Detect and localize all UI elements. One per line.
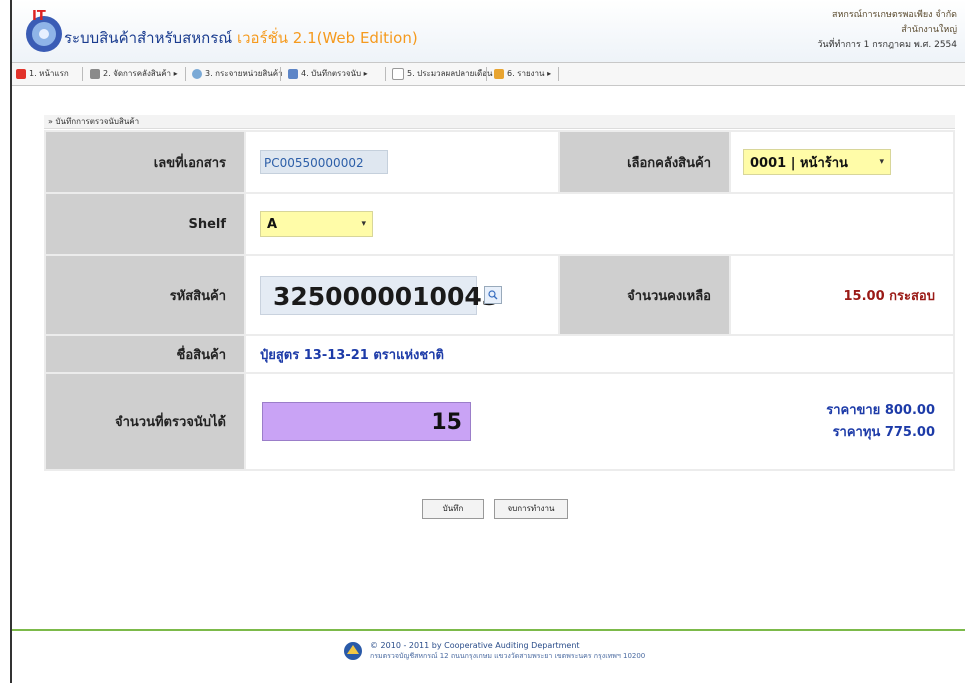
menu-item-stock-count[interactable]: 4. บันทึกตรวจนับ ▸ (288, 66, 368, 82)
menu-divider (82, 67, 83, 81)
shelf-cell: A ▾ (246, 194, 953, 254)
remaining-cell: 15.00 กระสอบ (731, 256, 953, 334)
breadcrumb: » บันทึกการตรวจนับสินค้า (44, 115, 955, 129)
cost-price: ราคาทุน 775.00 (832, 424, 935, 440)
product-name-value: ปุ๋ยสูตร 13-13-21 ตราแห่งชาติ (260, 347, 444, 363)
menu-item-month-end[interactable]: 5. ประมวลผลปลายเดือน ▸ (392, 66, 499, 82)
menu-divider (280, 67, 281, 81)
product-code-cell: 3250000010043 (246, 256, 558, 334)
svg-text:IT: IT (32, 9, 46, 24)
menu-item-label: 2. จัดการคลังสินค้า ▸ (103, 69, 178, 78)
department-emblem-icon (344, 642, 362, 660)
warehouse-label: เลือกคลังสินค้า (560, 132, 729, 192)
work-date: วันที่ทำการ 1 กรกฎาคม พ.ศ. 2554 (817, 40, 957, 50)
app-version: เวอร์ชั่น 2.1(Web Edition) (236, 29, 418, 47)
menu-divider (185, 67, 186, 81)
org-name: สหกรณ์การเกษตรพอเพียง จำกัด (831, 10, 957, 20)
logo-icon: IT (26, 9, 62, 52)
lookup-button[interactable] (484, 286, 502, 304)
footer: © 2010 - 2011 by Cooperative Auditing De… (342, 636, 645, 666)
grid-icon (90, 69, 100, 79)
menu-item-warehouse[interactable]: 2. จัดการคลังสินค้า ▸ (90, 66, 178, 82)
doc-no-label: เลขที่เอกสาร (46, 132, 244, 192)
address: กรมตรวจบัญชีสหกรณ์ 12 ถนนกรุงเกษม แขวงวั… (370, 652, 646, 660)
count-label: จำนวนที่ตรวจนับได้ (46, 374, 244, 469)
app-title-text: ระบบสินค้าสำหรับสหกรณ์ (64, 29, 233, 47)
document-icon (288, 69, 298, 79)
product-name-label: ชื่อสินค้า (46, 336, 244, 372)
copyright: © 2010 - 2011 by Cooperative Auditing De… (370, 641, 580, 650)
product-name-cell: ปุ๋ยสูตร 13-13-21 ตราแห่งชาติ (246, 336, 953, 372)
warehouse-select-value: 0001 | หน้าร้าน (750, 155, 848, 171)
doc-no-field[interactable]: PC00550000002 (260, 150, 388, 174)
menu-divider (558, 67, 559, 81)
doc-no-cell: PC00550000002 (246, 132, 558, 192)
app-window: IT ระบบสินค้าสำหรับสหกรณ์ เวอร์ชั่น 2.1(… (10, 0, 965, 683)
product-code-label: รหัสสินค้า (46, 256, 244, 334)
app-title: ระบบสินค้าสำหรับสหกรณ์ เวอร์ชั่น 2.1(Web… (64, 26, 418, 50)
shelf-select-value: A (267, 216, 278, 232)
price-info: ราคาขาย 800.00 ราคาทุน 775.00 (826, 400, 953, 444)
count-cell: 15 ราคาขาย 800.00 ราคาทุน 775.00 (246, 374, 953, 469)
header-info: สหกรณ์การเกษตรพอเพียง จำกัด สำนักงานใหญ่… (817, 8, 957, 53)
circle-icon (192, 69, 202, 79)
header: IT ระบบสินค้าสำหรับสหกรณ์ เวอร์ชั่น 2.1(… (12, 0, 965, 62)
count-input[interactable]: 15 (262, 402, 471, 441)
menu-bar: 1. หน้าแรก 2. จัดการคลังสินค้า ▸ 3. กระจ… (12, 62, 965, 86)
footer-text: © 2010 - 2011 by Cooperative Auditing De… (370, 640, 645, 662)
shelf-select[interactable]: A ▾ (260, 211, 373, 237)
search-icon (488, 290, 498, 300)
menu-item-label: 4. บันทึกตรวจนับ ▸ (301, 69, 368, 78)
menu-divider (486, 67, 487, 81)
menu-item-label: 3. กระจายหน่วยสินค้า (205, 69, 283, 78)
report-icon (494, 69, 504, 79)
menu-item-home[interactable]: 1. หน้าแรก (16, 66, 69, 82)
menu-item-reports[interactable]: 6. รายงาน ▸ (494, 66, 551, 82)
sale-price: ราคาขาย 800.00 (826, 402, 935, 418)
menu-divider (385, 67, 386, 81)
menu-item-label: 6. รายงาน ▸ (507, 69, 552, 78)
chevron-down-icon: ▾ (361, 219, 366, 229)
page-icon (392, 68, 404, 80)
warehouse-select[interactable]: 0001 | หน้าร้าน ▾ (743, 149, 891, 175)
menu-item-distribute[interactable]: 3. กระจายหน่วยสินค้า (192, 66, 283, 82)
footer-divider (12, 629, 965, 631)
stock-count-form: เลขที่เอกสาร PC00550000002 เลือกคลังสินค… (44, 130, 955, 471)
home-icon (16, 69, 26, 79)
finish-button[interactable]: จบการทำงาน (494, 499, 568, 519)
remaining-value: 15.00 กระสอบ (843, 288, 935, 304)
chevron-down-icon: ▾ (879, 157, 884, 167)
save-button[interactable]: บันทึก (422, 499, 484, 519)
menu-item-label: 1. หน้าแรก (29, 69, 69, 78)
branch-name: สำนักงานใหญ่ (901, 25, 957, 35)
shelf-label: Shelf (46, 194, 244, 254)
product-code-input[interactable]: 3250000010043 (260, 275, 499, 315)
remaining-label: จำนวนคงเหลือ (560, 256, 729, 334)
warehouse-cell: 0001 | หน้าร้าน ▾ (731, 132, 953, 192)
